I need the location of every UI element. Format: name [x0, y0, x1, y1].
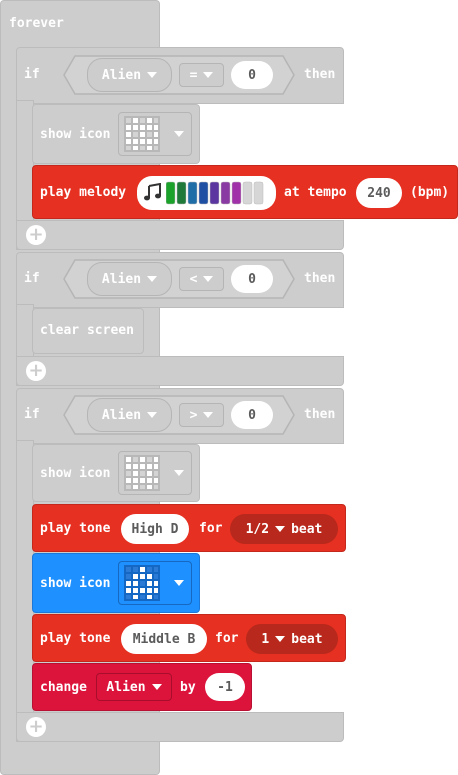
melody-note: [198, 181, 209, 205]
show-icon-label: show icon: [40, 127, 111, 142]
if-block-1-footer: [16, 220, 344, 250]
dropdown-arrow-icon: [275, 526, 286, 532]
music-note-icon: [144, 183, 161, 201]
dropdown-arrow-icon: [147, 412, 158, 418]
compare-value-input[interactable]: 0: [231, 61, 273, 89]
operator-dropdown[interactable]: =: [179, 63, 224, 87]
clear-screen-label: clear screen: [40, 323, 134, 338]
variable-dropdown[interactable]: Alien: [87, 58, 172, 92]
tempo-input[interactable]: 240: [356, 178, 402, 208]
compare-value-input[interactable]: 0: [231, 265, 273, 293]
show-icon-label: show icon: [40, 466, 111, 481]
variable-dropdown[interactable]: Alien: [87, 398, 172, 432]
if-label: if: [24, 271, 40, 286]
melody-notes: [166, 181, 264, 205]
melody-note: [253, 181, 264, 205]
dropdown-arrow-icon: [147, 276, 158, 282]
dropdown-arrow-icon: [203, 276, 214, 282]
icon-dropdown[interactable]: [118, 561, 192, 605]
dropdown-arrow-icon: [275, 636, 286, 642]
dropdown-arrow-icon: [151, 684, 162, 690]
plus-icon[interactable]: +: [26, 361, 46, 381]
play-melody-label: play melody: [40, 185, 127, 200]
dropdown-arrow-icon: [174, 131, 184, 137]
plus-icon[interactable]: +: [26, 225, 46, 245]
play-tone-label: play tone: [40, 521, 111, 536]
dropdown-arrow-icon: [147, 72, 158, 78]
melody-note: [176, 181, 187, 205]
if-block-3-footer: [16, 712, 344, 742]
variable-dropdown[interactable]: Alien: [96, 673, 172, 701]
dropdown-arrow-icon: [174, 580, 184, 586]
variable-name: Alien: [101, 67, 142, 83]
dropdown-arrow-icon: [203, 72, 214, 78]
show-icon-label: show icon: [40, 576, 111, 591]
for-label: for: [215, 631, 239, 646]
icon-dropdown[interactable]: [118, 112, 192, 156]
at-tempo-label: at tempo: [284, 185, 347, 200]
operator-dropdown[interactable]: <: [179, 267, 224, 291]
icon-dropdown[interactable]: [118, 451, 192, 495]
compare-value-input[interactable]: 0: [231, 401, 273, 429]
beat-dropdown[interactable]: 1/2 beat: [230, 514, 338, 544]
melody-note: [242, 181, 253, 205]
melody-note: [231, 181, 242, 205]
variable-dropdown[interactable]: Alien: [87, 262, 172, 296]
play-tone-label: play tone: [40, 631, 111, 646]
operator-dropdown[interactable]: >: [179, 403, 224, 427]
bpm-label: (bpm): [410, 185, 450, 200]
then-label: then: [304, 67, 336, 82]
melody-note: [209, 181, 220, 205]
icon-preview: [124, 116, 160, 152]
note-input[interactable]: Middle B: [121, 624, 207, 654]
melody-note: [220, 181, 231, 205]
variable-name: Alien: [101, 271, 142, 287]
melody-editor[interactable]: [137, 176, 276, 210]
if-label: if: [24, 67, 40, 82]
plus-icon[interactable]: +: [26, 717, 46, 737]
if-block-2-footer: [16, 356, 344, 386]
beat-dropdown[interactable]: 1 beat: [246, 624, 338, 654]
alien-icon: [124, 565, 160, 601]
dropdown-arrow-icon: [203, 412, 214, 418]
by-label: by: [180, 680, 196, 695]
dropdown-arrow-icon: [174, 470, 184, 476]
note-input[interactable]: High D: [121, 514, 189, 544]
change-amount-input[interactable]: -1: [205, 673, 245, 701]
for-label: for: [199, 521, 223, 536]
change-label: change: [40, 680, 87, 695]
if-label: if: [24, 407, 40, 422]
melody-note: [166, 181, 176, 205]
forever-label: forever: [9, 16, 64, 31]
icon-preview: [124, 455, 160, 491]
then-label: then: [304, 407, 336, 422]
then-label: then: [304, 271, 336, 286]
variable-name: Alien: [101, 407, 142, 423]
melody-note: [187, 181, 198, 205]
